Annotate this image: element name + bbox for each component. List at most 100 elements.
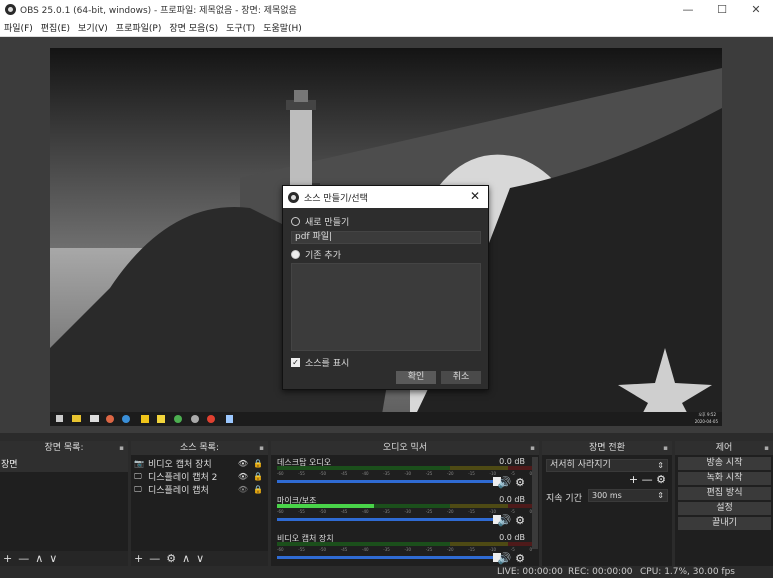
exit-button[interactable]: 끝내기 (678, 517, 771, 530)
move-source-up-button[interactable]: ∧ (182, 551, 190, 566)
gear-icon[interactable]: ⚙ (515, 476, 525, 489)
source-item[interactable]: 🖵 디스플레이 캡처 👁 🔒 (131, 483, 268, 497)
dock-handle-icon[interactable]: ▪ (259, 441, 264, 455)
mixer-channel: 비디오 캡처 장치 0.0 dB -60 -55 -50 -45 -40 -35 -30 -25-… (275, 531, 535, 569)
checkmark-icon[interactable]: ✓ (291, 358, 300, 367)
close-button[interactable]: ✕ (739, 0, 773, 19)
transition-select[interactable]: 서서히 사라지기 ⇕ (546, 459, 668, 472)
existing-sources-list[interactable] (291, 263, 481, 351)
add-transition-button[interactable]: + (629, 473, 638, 486)
mixer-scrollbar[interactable] (532, 457, 538, 549)
spin-arrows-icon[interactable]: ⇕ (657, 490, 664, 501)
source-label: 비디오 캡처 장치 (148, 460, 212, 470)
visibility-eye-hidden-icon[interactable]: 👁 (238, 485, 248, 494)
transition-gear-icon[interactable]: ⚙ (656, 473, 666, 486)
transition-toolbar: + — ⚙ (629, 473, 666, 486)
lock-icon[interactable]: 🔒 (253, 459, 263, 468)
scenes-header: 장면 목록: ▪ (0, 441, 128, 455)
visibility-eye-icon[interactable]: 👁 (238, 459, 248, 468)
meter-tick-label: -25 (425, 471, 433, 476)
menu-file[interactable]: 파일(F) (0, 21, 37, 34)
obs-logo-icon (5, 4, 16, 15)
meter-tick-label: -50 (319, 471, 327, 476)
meter-tick-label: -45 (340, 509, 348, 514)
meter-tick-label: -40 (362, 509, 369, 514)
remove-scene-button[interactable]: — (18, 551, 29, 566)
gear-icon[interactable]: ⚙ (515, 514, 525, 527)
source-item[interactable]: 🖵 디스플레이 캡처 2 👁 🔒 (131, 470, 268, 484)
speaker-icon[interactable]: 🔊 (498, 514, 512, 527)
minimize-button[interactable]: — (671, 0, 705, 19)
source-label: 디스플레이 캡처 (148, 486, 209, 496)
sources-header-label: 소스 목록: (179, 443, 219, 453)
remove-transition-button[interactable]: — (642, 473, 653, 486)
meter-tick-label: -50 (319, 547, 327, 552)
transition-select-value: 서서히 사라지기 (550, 460, 611, 470)
move-scene-up-button[interactable]: ∧ (35, 551, 43, 566)
volume-slider[interactable] (277, 553, 501, 562)
visibility-eye-icon[interactable]: 👁 (238, 472, 248, 481)
dialog-close-icon[interactable]: ✕ (470, 189, 480, 203)
volume-slider[interactable] (277, 515, 501, 524)
menu-view[interactable]: 보기(V) (74, 21, 112, 34)
speaker-icon[interactable]: 🔊 (498, 552, 512, 565)
transitions-header: 장면 전환 ▪ (542, 441, 672, 455)
channel-db: 0.0 dB (499, 457, 525, 466)
dock-handle-icon[interactable]: ▪ (530, 441, 535, 455)
mixer-channels: 데스크탑 오디오 0.0 dB -60 -55 -50 -45 -40 -35 -30 -25 -2… (271, 455, 539, 569)
radio-circle-icon[interactable] (291, 250, 300, 259)
maximize-button[interactable]: ☐ (705, 0, 739, 19)
add-scene-button[interactable]: + (3, 551, 12, 566)
meter-tick-label: -35 (383, 509, 390, 514)
radio-add-existing[interactable]: 기존 추가 (291, 248, 341, 261)
move-source-down-button[interactable]: ∨ (196, 551, 204, 566)
settings-button[interactable]: 설정 (678, 502, 771, 515)
remove-source-button[interactable]: — (149, 551, 160, 566)
cancel-button[interactable]: 취소 (441, 371, 481, 384)
meter-tick-label: -45 (340, 547, 348, 552)
lock-icon[interactable]: 🔒 (253, 472, 263, 481)
lock-icon[interactable]: 🔒 (253, 485, 263, 494)
sources-toolbar: + — ⚙ ∧ ∨ (131, 551, 268, 566)
source-item[interactable]: 📷 비디오 캡처 장치 👁 🔒 (131, 457, 268, 470)
mixer-channel: 데스크탑 오디오 0.0 dB -60 -55 -50 -45 -40 -35 -30 -25 -2… (275, 455, 535, 493)
dock-handle-icon[interactable]: ▪ (119, 441, 124, 455)
volume-slider[interactable] (277, 477, 501, 486)
dock-handle-icon[interactable]: ▪ (764, 441, 769, 455)
menu-tools[interactable]: 도구(T) (222, 21, 259, 34)
source-properties-gear-icon[interactable]: ⚙ (166, 551, 176, 566)
meter-tick-label: -40 (362, 471, 369, 476)
source-name-input[interactable]: pdf 파일| (291, 231, 481, 244)
gear-icon[interactable]: ⚙ (515, 552, 525, 565)
speaker-icon[interactable]: 🔊 (498, 476, 512, 489)
window-controls: — ☐ ✕ (671, 0, 773, 19)
scenes-header-label: 장면 목록: (44, 443, 84, 453)
duration-spinbox[interactable]: 300 ms ⇕ (588, 489, 668, 502)
show-source-label: 소스를 표시 (305, 359, 350, 369)
move-scene-down-button[interactable]: ∨ (49, 551, 57, 566)
menu-scene-collection[interactable]: 장면 모음(S) (165, 21, 222, 34)
scene-item[interactable]: 장면 (0, 455, 128, 472)
start-recording-button[interactable]: 녹화 시작 (678, 472, 771, 485)
meter-tick-label: -30 (404, 547, 412, 552)
menu-edit[interactable]: 편집(E) (37, 21, 74, 34)
audio-mixer-dock: 오디오 믹서 ▪ 데스크탑 오디오 0.0 dB -60 -55 -50 -45 -40 -3… (271, 441, 539, 566)
dock-handle-icon[interactable]: ▪ (663, 441, 668, 455)
meter-tick-label: -25 (425, 509, 433, 514)
radio-create-new[interactable]: 새로 만들기 (291, 215, 349, 228)
meter-tick-label: -25 (425, 547, 433, 552)
menu-profile[interactable]: 프로파일(P) (112, 21, 166, 34)
dock-area: 장면 목록: ▪ 장면 + — ∧ ∨ 소스 목록: ▪ 📷 비디오 캡처 장치… (0, 441, 773, 566)
meter-tick-label: -50 (319, 509, 327, 514)
monitor-icon: 🖵 (134, 484, 142, 494)
rec-timer: REC: 00:00:00 (568, 567, 633, 577)
menu-help[interactable]: 도움말(H) (259, 21, 306, 34)
transitions-dock: 장면 전환 ▪ 서서히 사라지기 ⇕ + — ⚙ 지속 기간 300 ms ⇕ (542, 441, 672, 566)
studio-mode-button[interactable]: 편집 방식 (678, 487, 771, 500)
radio-circle-icon[interactable] (291, 217, 300, 226)
start-streaming-button[interactable]: 방송 시작 (678, 457, 771, 470)
ok-button[interactable]: 확인 (396, 371, 436, 384)
show-source-checkbox[interactable]: ✓ 소스를 표시 (291, 356, 349, 369)
add-source-button[interactable]: + (134, 551, 143, 566)
controls-dock: 제어 ▪ 방송 시작 녹화 시작 편집 방식 설정 끝내기 (675, 441, 773, 566)
